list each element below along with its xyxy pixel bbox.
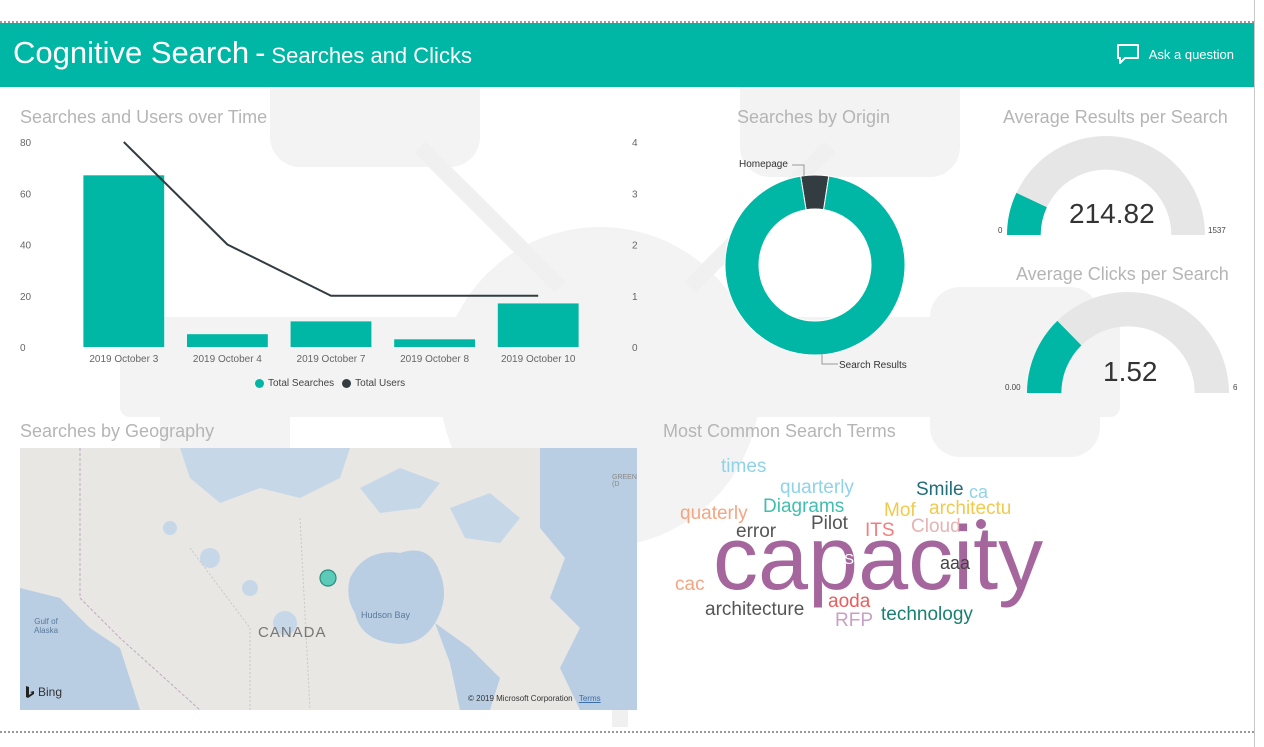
y-left-tick: 40 bbox=[20, 241, 32, 252]
donut-label-search-results: Search Results bbox=[839, 360, 907, 371]
legend-label-users: Total Users bbox=[355, 378, 406, 389]
y-right-tick: 1 bbox=[632, 292, 638, 303]
cloud-word: Smile bbox=[916, 479, 964, 500]
avg-results-value: 214.82 bbox=[1069, 198, 1155, 229]
ask-question-label: Ask a question bbox=[1148, 46, 1234, 62]
cloud-word: aoda bbox=[828, 591, 871, 612]
title-main: Cognitive Search bbox=[13, 35, 250, 70]
avg-clicks-min: 0.00 bbox=[1005, 383, 1021, 392]
legend-dot-searches bbox=[255, 379, 264, 388]
y-left-tick: 0 bbox=[20, 343, 26, 354]
avg-clicks-value: 1.52 bbox=[1103, 356, 1158, 387]
over-time-title: Searches and Users over Time bbox=[20, 107, 268, 127]
bar-total-searches bbox=[497, 303, 579, 347]
geography-title: Searches by Geography bbox=[20, 421, 215, 441]
map-label-greenland: GREEN (D bbox=[612, 474, 637, 488]
map-terms-link[interactable]: Terms bbox=[579, 694, 601, 703]
page-title: Cognitive Search - Searches and Clicks bbox=[13, 35, 472, 71]
cloud-word: cac bbox=[675, 574, 705, 595]
line-total-users bbox=[123, 141, 539, 297]
terms-title: Most Common Search Terms bbox=[663, 421, 896, 441]
avg-clicks-title: Average Clicks per Search bbox=[1016, 264, 1229, 284]
cloud-word: quarterly bbox=[780, 477, 854, 498]
cloud-word: SS bbox=[834, 551, 855, 568]
avg-results-min: 0 bbox=[998, 226, 1003, 235]
donut-leader-search-results bbox=[821, 354, 838, 365]
map-label-gulf-alaska: Gulf of Alaska bbox=[34, 617, 59, 635]
bar-total-searches bbox=[186, 334, 268, 347]
cloud-word: RFP bbox=[835, 610, 873, 631]
title-separator: - bbox=[255, 35, 266, 70]
x-axis-tick: 2019 October 10 bbox=[501, 354, 576, 365]
y-left-tick: 80 bbox=[20, 138, 32, 149]
y-right-tick: 0 bbox=[632, 343, 638, 354]
chat-bubble-icon bbox=[1116, 44, 1139, 64]
header-bar: Cognitive Search - Searches and Clicks Ask… bbox=[0, 23, 1254, 87]
bing-icon bbox=[26, 685, 34, 698]
x-axis-tick: 2019 October 7 bbox=[297, 354, 366, 365]
donut-label-homepage: Homepage bbox=[739, 159, 788, 170]
cloud-word: aaa bbox=[940, 553, 971, 573]
avg-results-title: Average Results per Search bbox=[1003, 107, 1228, 127]
bar-total-searches bbox=[290, 321, 372, 347]
y-right-tick: 2 bbox=[632, 241, 638, 252]
cloud-word: capacity bbox=[713, 509, 1044, 609]
cloud-word: technology bbox=[881, 604, 973, 625]
origin-title: Searches by Origin bbox=[737, 107, 891, 127]
searches-users-chart: 80 460 340 220 10 02019 October 3 2019 October… bbox=[20, 138, 638, 365]
map-copyright-text: © 2019 Microsoft Corporation bbox=[468, 694, 573, 703]
dashboard-frame: Cognitive Search - Searches and Clicks Ask… bbox=[0, 0, 1255, 747]
avg-results-max: 1537 bbox=[1208, 226, 1226, 235]
bottom-divider bbox=[0, 731, 1254, 733]
x-axis-tick: 2019 October 4 bbox=[193, 354, 262, 365]
bing-logo: Bing bbox=[25, 685, 62, 699]
cloud-dot bbox=[976, 519, 986, 529]
bar-total-searches bbox=[394, 339, 476, 347]
cloud-word: architecture bbox=[705, 599, 805, 620]
word-cloud: times quarterly Diagrams Smile ca quater… bbox=[660, 448, 1120, 638]
title-subtitle: Searches and Clicks bbox=[271, 43, 472, 68]
legend-label-searches: Total Searches bbox=[268, 378, 335, 389]
y-left-tick: 20 bbox=[20, 292, 32, 303]
geography-map[interactable]: CANADA Hudson Bay Gulf of Alaska GREEN (… bbox=[20, 448, 637, 710]
map-label-hudson-bay: Hudson Bay bbox=[361, 610, 411, 620]
y-left-tick: 60 bbox=[20, 189, 32, 200]
map-copyright: © 2019 Microsoft Corporation Terms bbox=[468, 694, 601, 703]
chart-legend: Total Searches Total Users bbox=[255, 378, 405, 389]
map-label-canada: CANADA bbox=[258, 624, 327, 641]
legend-dot-users bbox=[342, 379, 352, 388]
x-axis-tick: 2019 October 3 bbox=[89, 354, 158, 365]
map-canvas bbox=[20, 448, 637, 710]
bar-total-searches bbox=[83, 175, 165, 347]
y-right-tick: 4 bbox=[632, 138, 638, 149]
donut-leader-homepage bbox=[792, 164, 805, 176]
cloud-word: times bbox=[721, 456, 767, 477]
x-axis-tick: 2019 October 8 bbox=[400, 354, 469, 365]
ask-question-button[interactable]: Ask a question bbox=[1116, 43, 1234, 65]
avg-clicks-max: 6 bbox=[1233, 383, 1238, 392]
bing-label: Bing bbox=[38, 685, 63, 699]
y-right-tick: 3 bbox=[632, 189, 638, 200]
origin-donut-chart bbox=[724, 174, 906, 356]
